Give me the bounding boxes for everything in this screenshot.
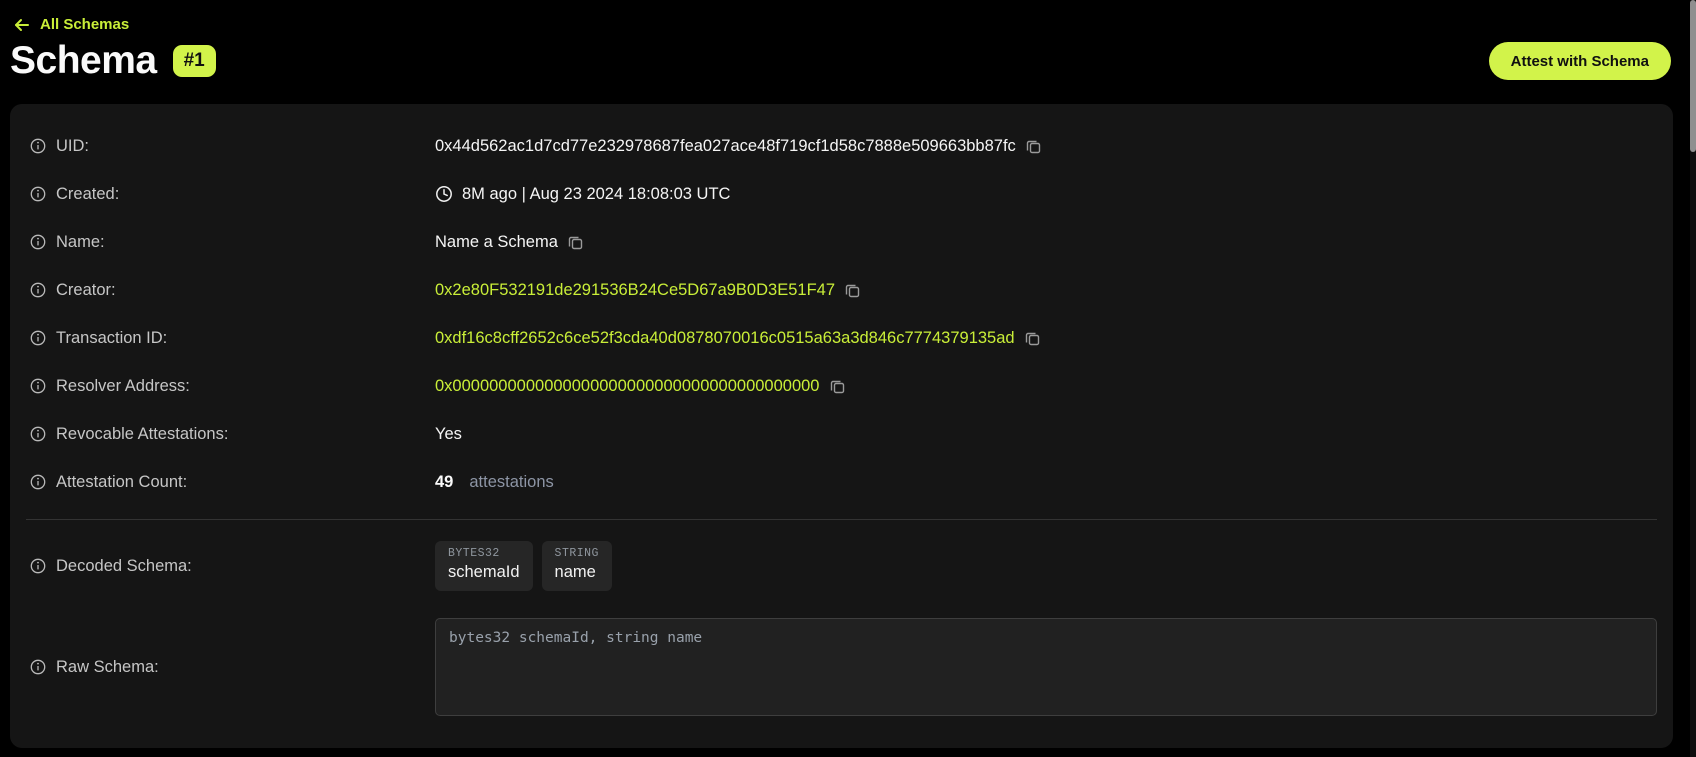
created-value: 8M ago | Aug 23 2024 18:08:03 UTC	[462, 185, 730, 204]
back-to-all-schemas-link[interactable]: All Schemas	[0, 0, 129, 33]
decoded-schema-value-group: BYTES32 schemaId STRING name	[435, 541, 1657, 591]
decoded-schema-label-group: Decoded Schema:	[26, 557, 435, 576]
back-link-label: All Schemas	[40, 16, 129, 33]
resolver-address-value-group: 0x00000000000000000000000000000000000000…	[435, 377, 1657, 396]
copy-icon	[567, 234, 584, 251]
name-value: Name a Schema	[435, 233, 558, 252]
attestation-count-label: Attestation Count:	[56, 473, 187, 492]
row-created: Created: 8M ago | Aug 23 2024 18:08:03 U…	[26, 170, 1657, 218]
row-decoded-schema: Decoded Schema: BYTES32 schemaId STRING …	[26, 534, 1657, 598]
info-icon	[30, 282, 46, 298]
info-icon	[30, 558, 46, 574]
transaction-id-value-group: 0xdf16c8cff2652c6ce52f3cda40d0878070016c…	[435, 329, 1657, 348]
copy-uid-button[interactable]	[1025, 138, 1042, 155]
info-icon	[30, 138, 46, 154]
info-icon	[30, 186, 46, 202]
page-title: Schema	[10, 39, 157, 83]
revocable-label-group: Revocable Attestations:	[26, 425, 435, 444]
creator-label: Creator:	[56, 281, 116, 300]
copy-resolver-address-button[interactable]	[829, 378, 846, 395]
name-value-group: Name a Schema	[435, 233, 1657, 252]
row-uid: UID: 0x44d562ac1d7cd77e232978687fea027ac…	[26, 122, 1657, 170]
uid-value: 0x44d562ac1d7cd77e232978687fea027ace48f7…	[435, 137, 1016, 156]
row-attestation-count: Attestation Count: 49 attestations	[26, 458, 1657, 506]
uid-value-group: 0x44d562ac1d7cd77e232978687fea027ace48f7…	[435, 137, 1657, 156]
raw-schema-label: Raw Schema:	[56, 658, 159, 677]
row-transaction-id: Transaction ID: 0xdf16c8cff2652c6ce52f3c…	[26, 314, 1657, 362]
revocable-value-group: Yes	[435, 425, 1657, 444]
decoded-schema-label: Decoded Schema:	[56, 557, 192, 576]
clock-icon	[435, 185, 453, 203]
transaction-id-label: Transaction ID:	[56, 329, 167, 348]
row-resolver-address: Resolver Address: 0x00000000000000000000…	[26, 362, 1657, 410]
field-name: name	[555, 562, 599, 583]
section-divider	[26, 519, 1657, 520]
title-row: Schema #1 Attest with Schema	[0, 33, 1696, 83]
attestation-count-label-group: Attestation Count:	[26, 473, 435, 492]
schema-field-chips: BYTES32 schemaId STRING name	[435, 541, 612, 591]
uid-label-group: UID:	[26, 137, 435, 156]
info-icon	[30, 426, 46, 442]
creator-address-link[interactable]: 0x2e80F532191de291536B24Ce5D67a9B0D3E51F…	[435, 281, 835, 300]
creator-label-group: Creator:	[26, 281, 435, 300]
info-icon	[30, 234, 46, 250]
schema-field-chip: STRING name	[542, 541, 612, 591]
schema-field-chip: BYTES32 schemaId	[435, 541, 533, 591]
row-raw-schema: Raw Schema: bytes32 schemaId, string nam…	[26, 618, 1657, 716]
copy-icon	[829, 378, 846, 395]
row-revocable-attestations: Revocable Attestations: Yes	[26, 410, 1657, 458]
creator-value-group: 0x2e80F532191de291536B24Ce5D67a9B0D3E51F…	[435, 281, 1657, 300]
row-creator: Creator: 0x2e80F532191de291536B24Ce5D67a…	[26, 266, 1657, 314]
copy-icon	[844, 282, 861, 299]
copy-icon	[1024, 330, 1041, 347]
field-type: STRING	[555, 547, 599, 561]
created-value-group: 8M ago | Aug 23 2024 18:08:03 UTC	[435, 185, 1657, 204]
copy-name-button[interactable]	[567, 234, 584, 251]
resolver-address-link[interactable]: 0x00000000000000000000000000000000000000…	[435, 377, 820, 396]
attestation-count-value-group: 49 attestations	[435, 473, 1657, 492]
revocable-value: Yes	[435, 425, 462, 444]
transaction-id-label-group: Transaction ID:	[26, 329, 435, 348]
scrollbar-track	[1690, 0, 1696, 757]
info-icon	[30, 474, 46, 490]
created-label: Created:	[56, 185, 119, 204]
transaction-id-link[interactable]: 0xdf16c8cff2652c6ce52f3cda40d0878070016c…	[435, 329, 1015, 348]
created-label-group: Created:	[26, 185, 435, 204]
info-icon	[30, 330, 46, 346]
info-icon	[30, 659, 46, 675]
schema-details-card: UID: 0x44d562ac1d7cd77e232978687fea027ac…	[10, 104, 1673, 748]
name-label-group: Name:	[26, 233, 435, 252]
attestation-count-number: 49	[435, 473, 453, 492]
field-name: schemaId	[448, 562, 520, 583]
revocable-label: Revocable Attestations:	[56, 425, 228, 444]
uid-label: UID:	[56, 137, 89, 156]
resolver-address-label-group: Resolver Address:	[26, 377, 435, 396]
raw-schema-label-group: Raw Schema:	[26, 658, 435, 677]
schema-number-badge: #1	[173, 45, 216, 77]
copy-transaction-id-button[interactable]	[1024, 330, 1041, 347]
info-icon	[30, 378, 46, 394]
raw-schema-textarea[interactable]: bytes32 schemaId, string name	[435, 618, 1657, 716]
arrow-left-icon	[14, 18, 30, 32]
scrollbar-thumb[interactable]	[1690, 0, 1696, 152]
row-name: Name: Name a Schema	[26, 218, 1657, 266]
field-type: BYTES32	[448, 547, 520, 561]
name-label: Name:	[56, 233, 105, 252]
resolver-address-label: Resolver Address:	[56, 377, 190, 396]
copy-creator-button[interactable]	[844, 282, 861, 299]
copy-icon	[1025, 138, 1042, 155]
attest-with-schema-button[interactable]: Attest with Schema	[1489, 42, 1671, 80]
attestations-link[interactable]: attestations	[469, 473, 553, 492]
